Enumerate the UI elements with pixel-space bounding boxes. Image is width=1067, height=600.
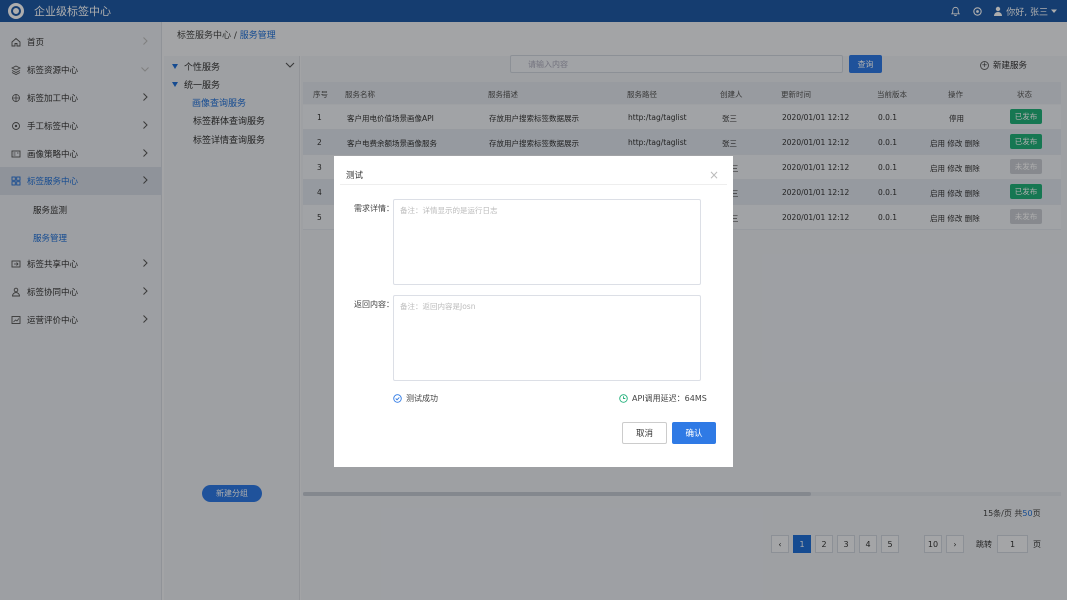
response-content-textarea[interactable]: 备注：返回内容是Josn: [393, 295, 701, 381]
success-text: 测试成功: [406, 394, 438, 403]
api-latency-indicator: API调用延迟：64MS: [619, 393, 707, 404]
confirm-button[interactable]: 确认: [672, 422, 716, 444]
close-icon[interactable]: ×: [709, 168, 719, 182]
response-content-label: 返回内容：: [354, 300, 394, 309]
cancel-button[interactable]: 取消: [622, 422, 667, 444]
test-success-indicator: 测试成功: [393, 393, 438, 404]
latency-text: API调用延迟：64MS: [632, 394, 707, 403]
request-detail-textarea[interactable]: 备注：详情显示的是运行日志: [393, 199, 701, 285]
divider: [340, 184, 727, 185]
clock-icon: [619, 394, 628, 403]
request-detail-label: 需求详情：: [354, 204, 394, 213]
check-circle-icon: [393, 394, 402, 403]
dialog-title: 测试: [346, 171, 364, 181]
test-dialog: 测试 × 需求详情： 备注：详情显示的是运行日志 返回内容： 备注：返回内容是J…: [334, 156, 733, 467]
